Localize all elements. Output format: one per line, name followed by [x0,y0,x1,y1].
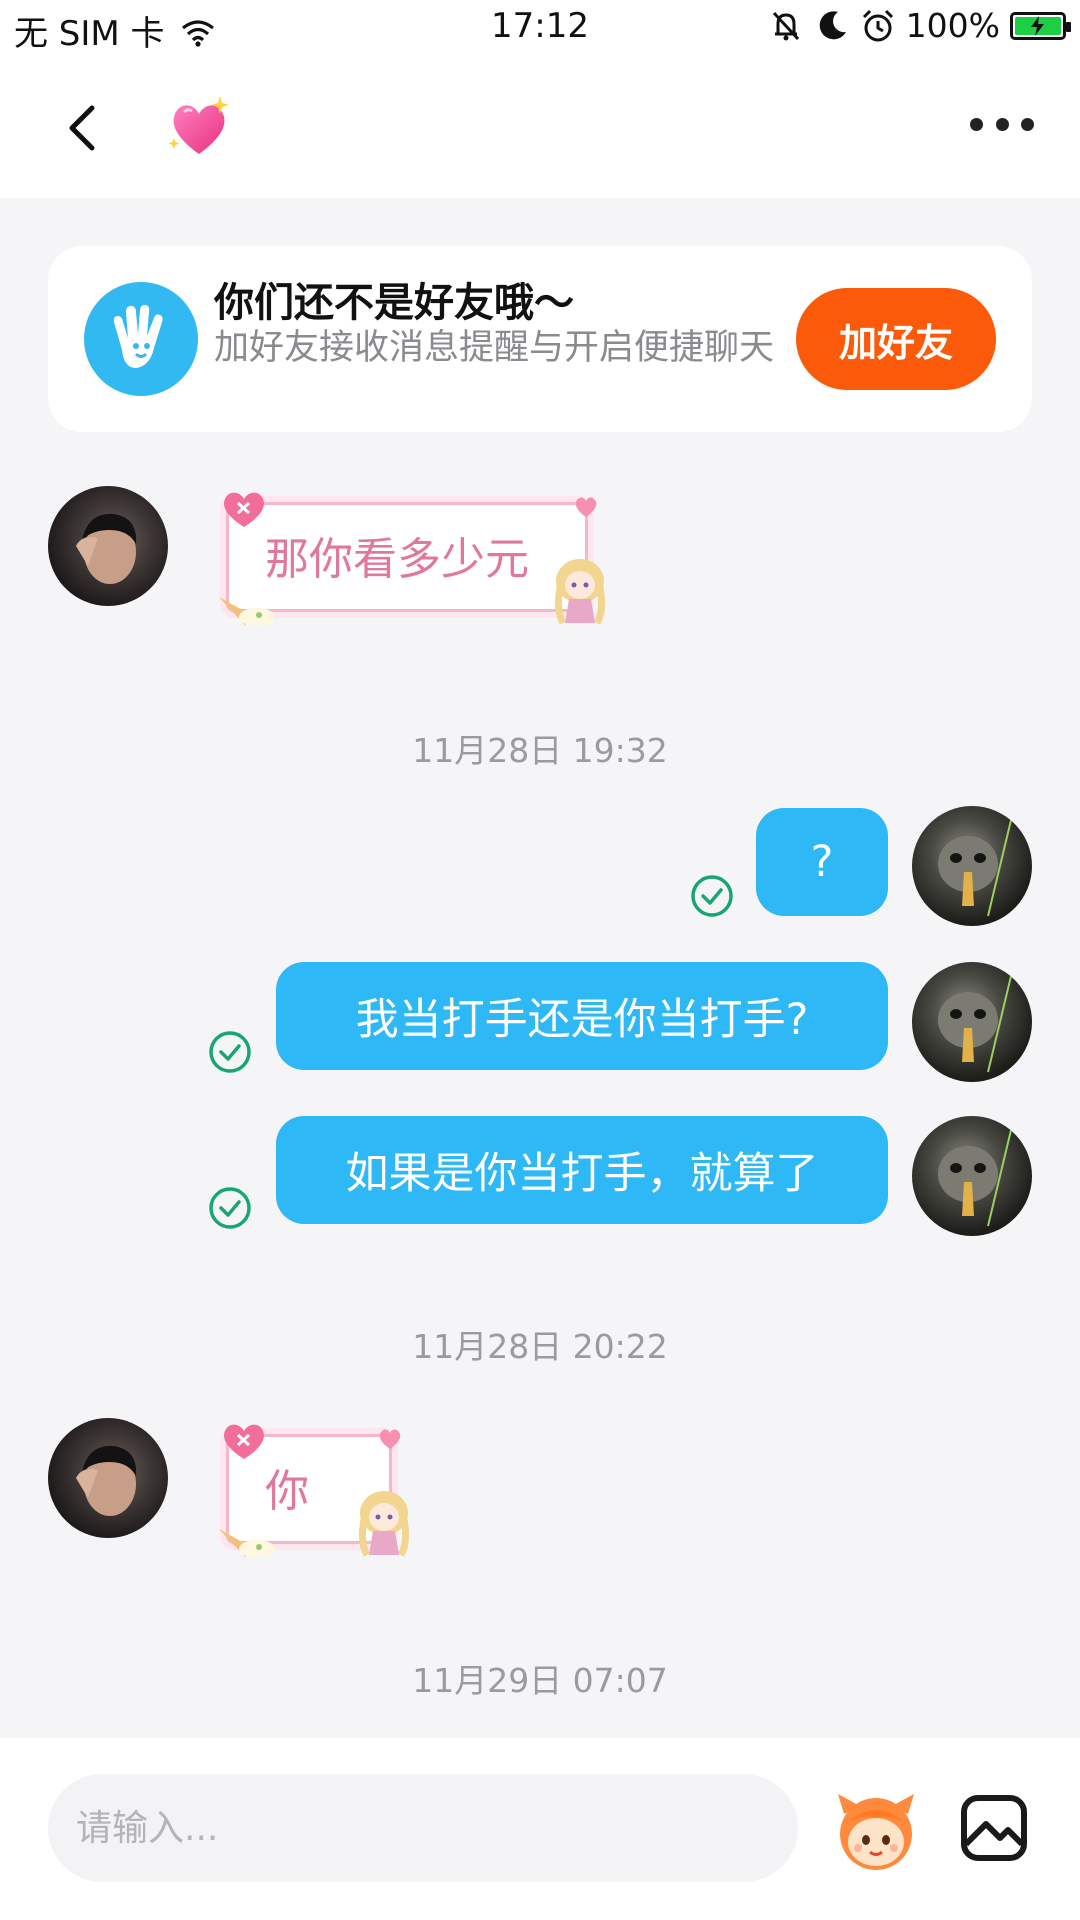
message-input[interactable] [48,1774,798,1882]
read-check-icon [209,1187,251,1229]
sparkling-heart-icon [168,96,229,154]
more-dots-icon[interactable] [970,104,1034,144]
mute-bell-icon [772,11,799,40]
banner-subtitle: 加好友接收消息提醒与开启便捷聊天 [214,328,775,368]
timestamp: 11月28日 20:22 [412,1327,668,1366]
image-icon[interactable] [958,1792,1030,1864]
timestamp: 11月28日 19:32 [412,731,668,770]
moon-icon [819,10,846,39]
message-text: 那你看多少元 [265,534,529,585]
read-check-icon [691,875,733,917]
battery-charging-icon [1010,11,1071,40]
heart-decoration-icon [224,1424,264,1459]
battery-percent: 100% [905,6,1000,45]
message-text: ? [810,837,834,887]
banner-title: 你们还不是好友哦～ [214,280,574,326]
ice-cream-decoration-icon [219,1529,275,1558]
heart-decoration-icon [224,492,264,527]
peer-avatar[interactable] [48,1418,168,1538]
anime-girl-decoration-icon [358,1491,410,1557]
outgoing-message-bubble[interactable]: 如果是你当打手，就算了 [276,1116,888,1224]
message-text: 如果是你当打手，就算了 [345,1149,819,1199]
chevron-left-icon[interactable] [54,98,114,158]
outgoing-message-bubble[interactable]: 我当打手还是你当打手? [276,962,888,1070]
peer-sticker-bubble[interactable]: 那你看多少元 [219,492,606,626]
status-bar: 无 SIM 卡 17:12 100% [0,0,1080,56]
status-icons: 100% [768,6,1071,45]
heart-decoration-icon [379,1429,401,1449]
not-friends-banner: 你们还不是好友哦～ 加好友接收消息提醒与开启便捷聊天 加好友 [48,246,1032,432]
peer-avatar[interactable] [48,486,168,606]
waving-hand-icon [84,282,198,396]
emoji-mascot-icon[interactable] [830,1784,922,1876]
self-avatar[interactable] [912,1116,1032,1236]
add-friend-button[interactable]: 加好友 [796,288,996,390]
self-avatar[interactable] [912,962,1032,1082]
message-text: 你 [265,1466,309,1517]
anime-girl-decoration-icon [554,559,606,625]
timestamp: 11月29日 07:07 [412,1661,668,1700]
self-avatar[interactable] [912,806,1032,926]
message-text: 我当打手还是你当打手? [355,995,809,1045]
outgoing-message-bubble[interactable]: ? [756,808,888,916]
ice-cream-decoration-icon [219,597,275,626]
heart-decoration-icon [575,497,597,517]
input-bar [0,1738,1080,1920]
read-check-icon [209,1031,251,1073]
alarm-icon [862,9,893,41]
peer-sticker-bubble[interactable]: 你 [219,1424,410,1558]
nav-bar [0,56,1080,198]
